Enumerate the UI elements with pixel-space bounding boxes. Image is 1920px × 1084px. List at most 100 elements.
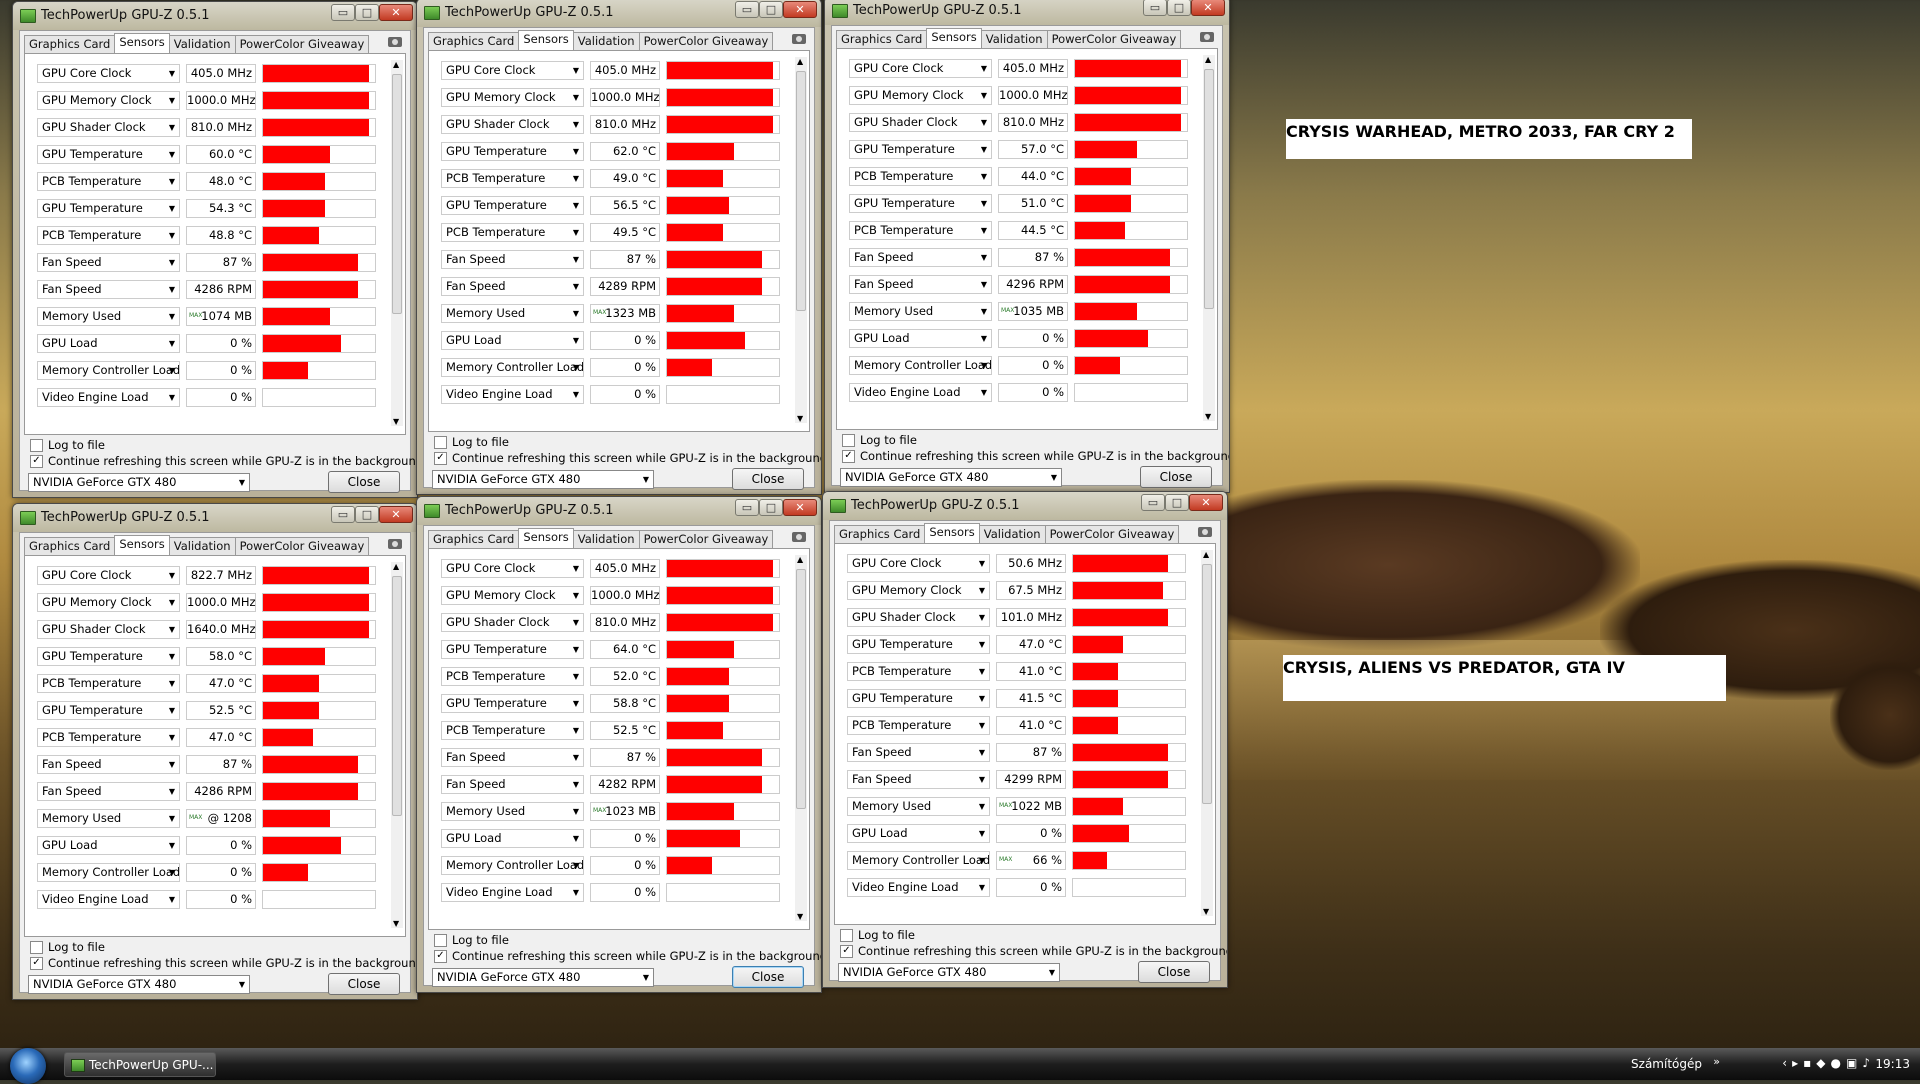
tab-validation[interactable]: Validation [978,525,1046,543]
sensor-select[interactable]: GPU Load ▼ [441,331,584,350]
checkbox-box[interactable]: ✓ [30,956,43,970]
checkbox-box[interactable] [842,433,855,447]
taskbar-button-gpuz[interactable]: TechPowerUp GPU-... [64,1052,216,1077]
close-button[interactable]: Close [732,966,804,988]
scroll-thumb[interactable] [392,74,402,314]
sensor-select[interactable]: GPU Temperature ▼ [441,196,584,215]
sensor-select[interactable]: Memory Used ▼ [441,802,584,821]
window-close-button[interactable]: ✕ [1189,494,1223,511]
scroll-up-icon[interactable]: ▲ [393,60,399,69]
sensor-select[interactable]: GPU Memory Clock ▼ [847,581,990,600]
tab-sensors[interactable]: Sensors [924,523,980,543]
sensor-select[interactable]: Fan Speed ▼ [441,775,584,794]
sensor-select[interactable]: PCB Temperature ▼ [441,667,584,686]
gpu-select[interactable]: NVIDIA GeForce GTX 480 ▼ [838,963,1060,982]
minimize-button[interactable]: ▭ [1141,494,1165,511]
vertical-scrollbar[interactable]: ▲ ▼ [1203,55,1215,421]
continue-refreshing-checkbox[interactable]: ✓ Continue refreshing this screen while G… [840,944,1227,958]
checkbox-box[interactable] [30,438,43,452]
sensor-select[interactable]: GPU Memory Clock ▼ [441,88,584,107]
tab-powercolor-giveaway[interactable]: PowerColor Giveaway [1044,525,1180,543]
sensor-select[interactable]: GPU Load ▼ [37,836,180,855]
maximize-button[interactable]: □ [355,4,379,21]
sensor-select[interactable]: Memory Controller Load ▼ [441,856,584,875]
sensor-select[interactable]: GPU Temperature ▼ [37,199,180,218]
scroll-down-icon[interactable]: ▼ [1203,907,1209,916]
close-button[interactable]: Close [328,471,400,493]
checkbox-box[interactable]: ✓ [840,944,853,958]
scroll-down-icon[interactable]: ▼ [393,417,399,426]
scroll-thumb[interactable] [1204,69,1214,309]
sensor-select[interactable]: Video Engine Load ▼ [847,878,990,897]
window-titlebar[interactable]: TechPowerUp GPU-Z 0.5.1 ▭ □ ✕ [13,2,417,30]
vertical-scrollbar[interactable]: ▲ ▼ [795,57,807,423]
sensor-select[interactable]: Fan Speed ▼ [847,770,990,789]
sensor-select[interactable]: PCB Temperature ▼ [441,721,584,740]
vertical-scrollbar[interactable]: ▲ ▼ [1201,550,1213,916]
camera-icon[interactable] [388,539,402,549]
sensor-select[interactable]: GPU Load ▼ [849,329,992,348]
tab-sensors[interactable]: Sensors [114,33,170,53]
tab-validation[interactable]: Validation [168,35,236,53]
window-close-button[interactable]: ✕ [783,499,817,516]
sensor-select[interactable]: Memory Controller Load ▼ [37,863,180,882]
sensor-select[interactable]: GPU Shader Clock ▼ [37,620,180,639]
continue-refreshing-checkbox[interactable]: ✓ Continue refreshing this screen while G… [842,449,1229,463]
scroll-down-icon[interactable]: ▼ [797,414,803,423]
checkbox-box[interactable]: ✓ [434,949,447,963]
minimize-button[interactable]: ▭ [735,499,759,516]
tray-icon[interactable]: ♪ [1862,1056,1870,1070]
sensor-select[interactable]: Fan Speed ▼ [37,782,180,801]
vertical-scrollbar[interactable]: ▲ ▼ [391,562,403,928]
tray-icon[interactable]: ▣ [1846,1056,1857,1070]
sensor-select[interactable]: GPU Load ▼ [847,824,990,843]
continue-refreshing-checkbox[interactable]: ✓ Continue refreshing this screen while G… [434,949,821,963]
continue-refreshing-checkbox[interactable]: ✓ Continue refreshing this screen while G… [434,451,821,465]
camera-icon[interactable] [792,34,806,44]
sensor-select[interactable]: Memory Used ▼ [37,809,180,828]
sensor-select[interactable]: GPU Temperature ▼ [441,142,584,161]
sensor-select[interactable]: PCB Temperature ▼ [37,172,180,191]
sensor-select[interactable]: GPU Memory Clock ▼ [37,91,180,110]
tray-icon[interactable]: ◆ [1816,1056,1825,1070]
camera-icon[interactable] [1200,32,1214,42]
sensor-select[interactable]: PCB Temperature ▼ [847,716,990,735]
tab-sensors[interactable]: Sensors [518,528,574,548]
sensor-select[interactable]: PCB Temperature ▼ [37,674,180,693]
tab-graphics-card[interactable]: Graphics Card [834,525,926,543]
window-close-button[interactable]: ✕ [783,1,817,18]
scroll-down-icon[interactable]: ▼ [1205,412,1211,421]
scroll-up-icon[interactable]: ▲ [393,562,399,571]
close-button[interactable]: Close [1140,466,1212,488]
sensor-select[interactable]: Memory Controller Load ▼ [37,361,180,380]
gpu-select[interactable]: NVIDIA GeForce GTX 480 ▼ [28,473,250,492]
sensor-select[interactable]: PCB Temperature ▼ [441,169,584,188]
tab-sensors[interactable]: Sensors [926,28,982,48]
window-titlebar[interactable]: TechPowerUp GPU-Z 0.5.1 ▭ □ ✕ [417,497,821,525]
sensor-select[interactable]: Memory Controller Load ▼ [441,358,584,377]
sensor-select[interactable]: Fan Speed ▼ [37,253,180,272]
start-button[interactable] [10,1048,46,1084]
sensor-select[interactable]: Memory Used ▼ [37,307,180,326]
tab-validation[interactable]: Validation [572,530,640,548]
sensor-select[interactable]: GPU Temperature ▼ [37,701,180,720]
sensor-select[interactable]: GPU Shader Clock ▼ [849,113,992,132]
maximize-button[interactable]: □ [759,1,783,18]
checkbox-box[interactable] [434,435,447,449]
tab-validation[interactable]: Validation [980,30,1048,48]
sensor-select[interactable]: Memory Controller Load ▼ [849,356,992,375]
tab-powercolor-giveaway[interactable]: PowerColor Giveaway [234,537,370,555]
close-button[interactable]: Close [732,468,804,490]
sensor-select[interactable]: GPU Shader Clock ▼ [847,608,990,627]
checkbox-box[interactable]: ✓ [842,449,855,463]
sensor-select[interactable]: PCB Temperature ▼ [37,728,180,747]
scroll-up-icon[interactable]: ▲ [1203,550,1209,559]
tray-icon[interactable]: ▪ [1803,1056,1811,1070]
tab-graphics-card[interactable]: Graphics Card [428,32,520,50]
scroll-up-icon[interactable]: ▲ [1205,55,1211,64]
tab-graphics-card[interactable]: Graphics Card [24,537,116,555]
maximize-button[interactable]: □ [759,499,783,516]
sensor-select[interactable]: PCB Temperature ▼ [37,226,180,245]
window-titlebar[interactable]: TechPowerUp GPU-Z 0.5.1 ▭ □ ✕ [823,492,1227,520]
sensor-select[interactable]: GPU Shader Clock ▼ [37,118,180,137]
